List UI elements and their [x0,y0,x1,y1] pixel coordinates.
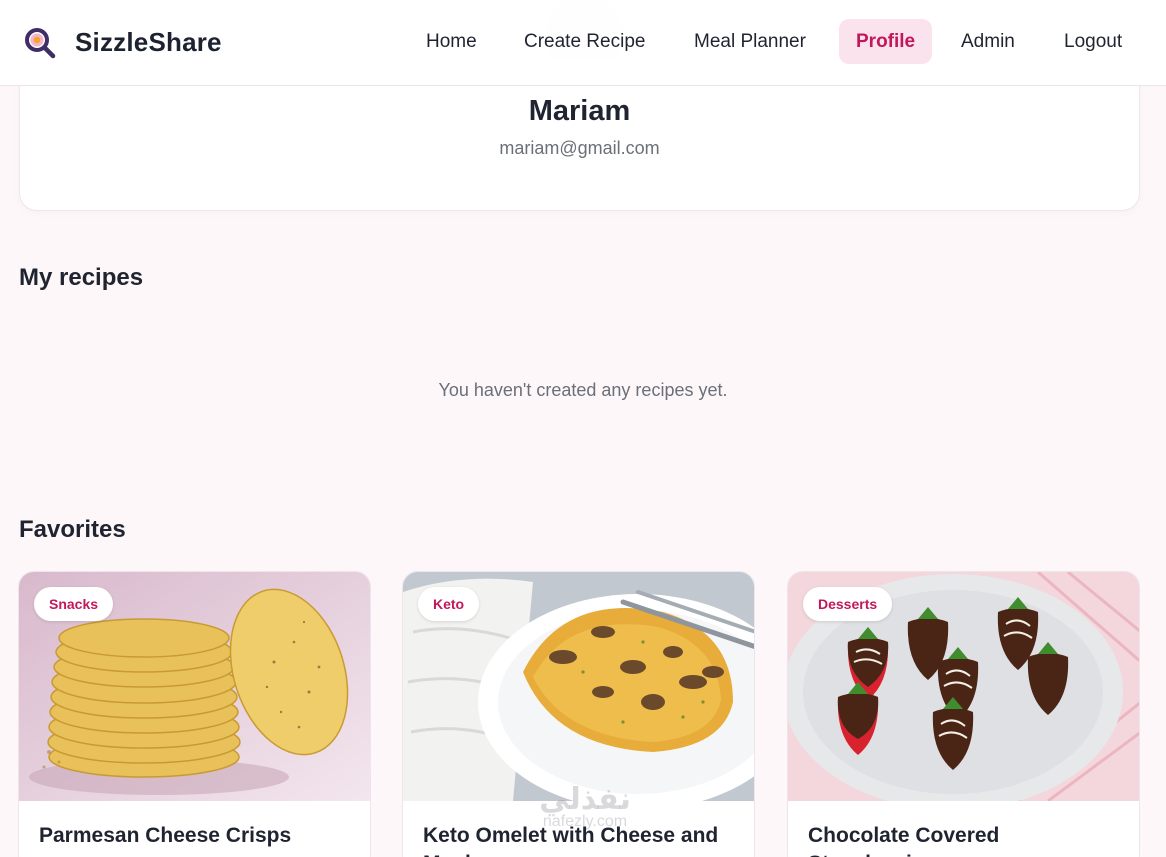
recipe-card[interactable]: Snacks Parmesan Cheese Crisps [18,571,371,857]
empty-recipes-message: You haven't created any recipes yet. [438,380,728,400]
recipe-card[interactable]: Desserts Chocolate Covered Strawberries [787,571,1140,857]
recipe-title: Keto Omelet with Cheese and Mushrooms [423,824,719,857]
nav-logout[interactable]: Logout [1047,19,1139,64]
nav-home[interactable]: Home [409,19,494,64]
category-badge: Desserts [803,587,893,621]
top-navbar: SizzleShare Home Create Recipe Meal Plan… [0,0,1166,86]
my-recipes-heading: My recipes [19,264,144,291]
category-badge: Snacks [34,587,114,621]
recipe-title: Chocolate Covered Strawberries [808,824,1000,857]
profile-email: mariam@gmail.com [499,138,660,158]
magnifier-pan-icon [24,27,56,59]
favorites-heading: Favorites [19,516,126,543]
app-name: SizzleShare [75,27,222,57]
brand[interactable]: SizzleShare [24,27,222,59]
nav-profile[interactable]: Profile [839,19,933,64]
nav-admin[interactable]: Admin [944,19,1032,64]
nav-meal-planner[interactable]: Meal Planner [677,19,823,64]
category-badge: Keto [418,587,480,621]
recipe-title: Parmesan Cheese Crisps [39,824,292,847]
nav-create-recipe[interactable]: Create Recipe [507,19,662,64]
profile-name: Mariam [528,95,631,127]
recipe-card[interactable]: Keto Keto Omelet with Cheese and Mushroo… [402,571,755,857]
